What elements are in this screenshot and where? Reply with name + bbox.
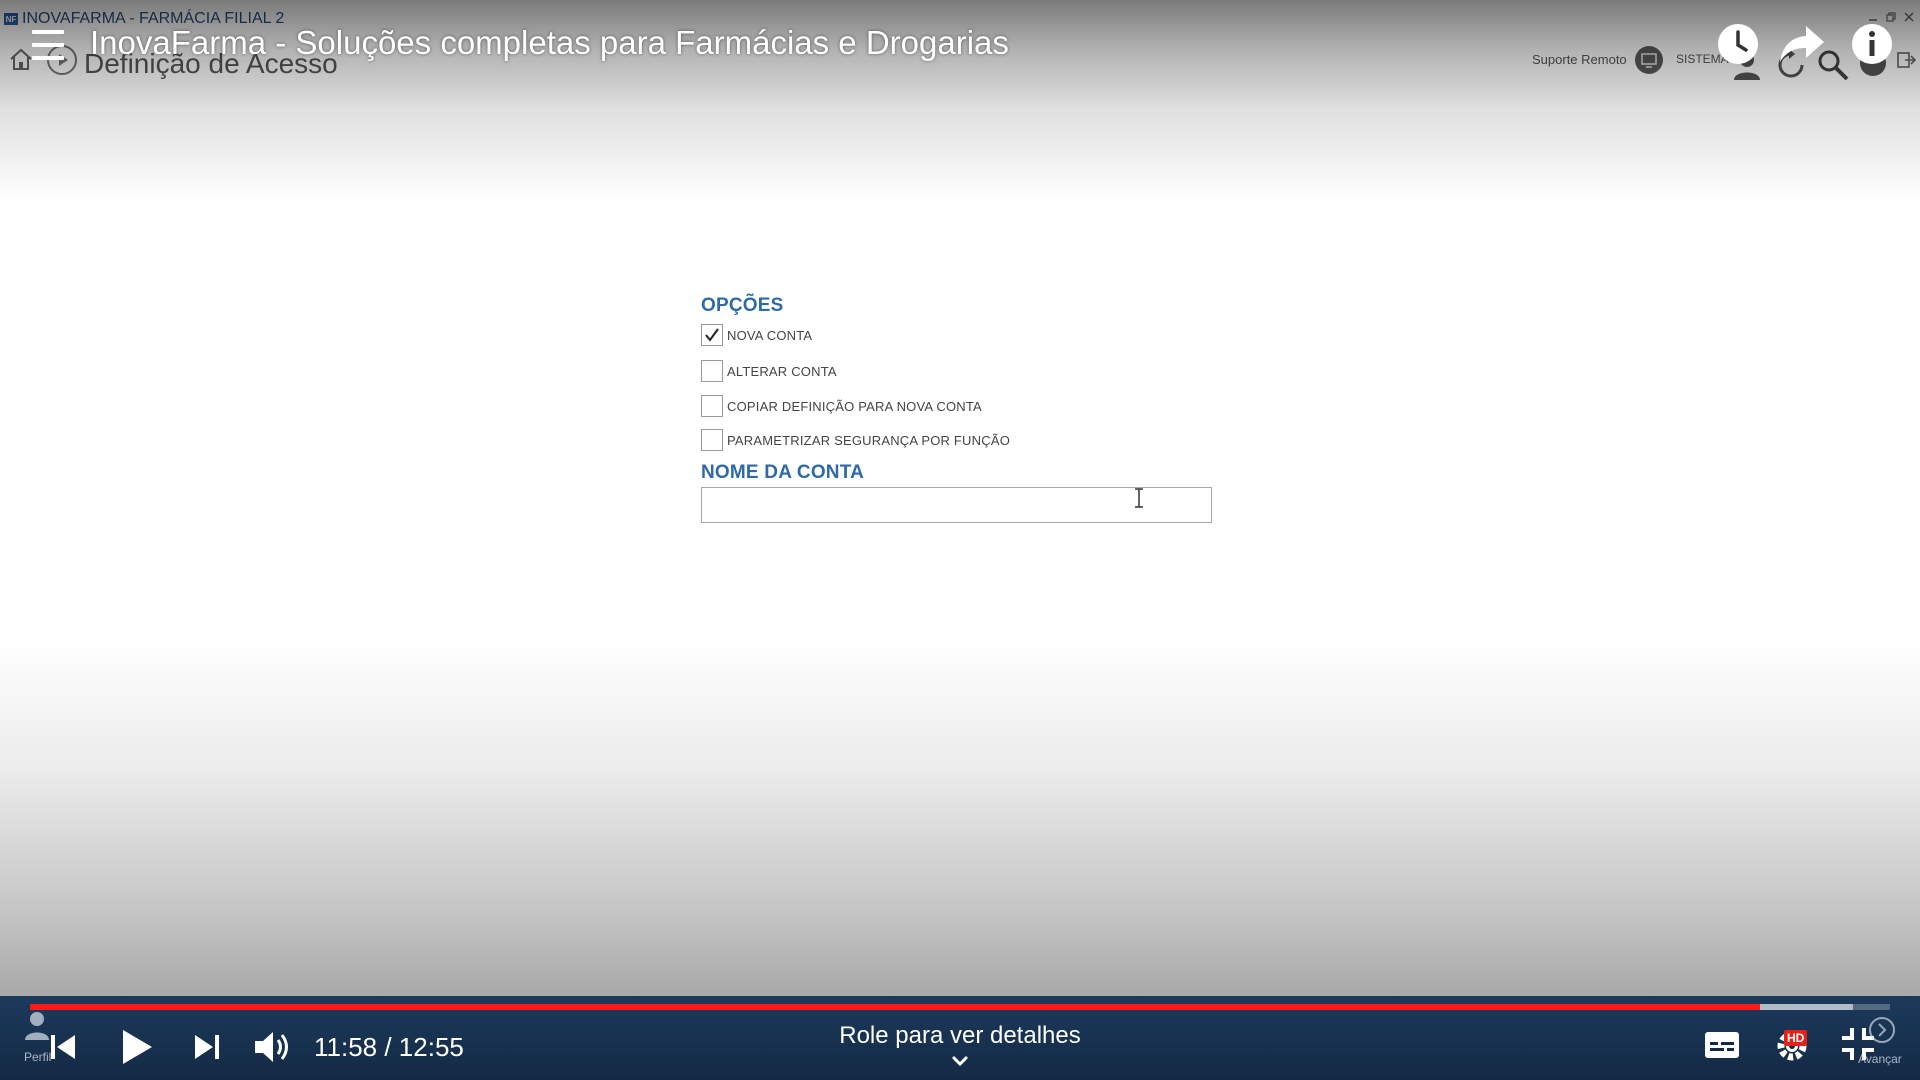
- captions-icon[interactable]: [1704, 1030, 1740, 1060]
- logout-icon[interactable]: [1896, 50, 1916, 70]
- video-control-bar: 11:58 / 12:55 Role para ver detalhes HD: [0, 996, 1920, 1080]
- play-icon[interactable]: [120, 1028, 154, 1066]
- chevron-right-circle-icon[interactable]: [1868, 1016, 1896, 1044]
- monitor-icon[interactable]: [1634, 45, 1664, 75]
- change-account-checkbox[interactable]: [701, 360, 723, 382]
- previous-icon[interactable]: [48, 1032, 78, 1062]
- new-account-checkbox[interactable]: [701, 324, 723, 346]
- progress-played: [30, 1004, 1760, 1010]
- share-icon[interactable]: [1778, 22, 1828, 66]
- checkmark-icon: [705, 328, 719, 342]
- new-account-label: NOVA CONTA: [727, 327, 813, 343]
- security-by-role-checkbox[interactable]: [701, 429, 723, 451]
- change-account-label: ALTERAR CONTA: [727, 363, 837, 379]
- time-display: 11:58 / 12:55: [314, 1032, 464, 1062]
- info-icon[interactable]: [1850, 22, 1894, 66]
- chevron-down-icon[interactable]: [950, 1054, 970, 1068]
- restore-icon[interactable]: [1886, 12, 1896, 22]
- option-change-account[interactable]: ALTERAR CONTA: [701, 360, 837, 382]
- remote-support-label[interactable]: Suporte Remoto: [1532, 52, 1627, 67]
- advance-label[interactable]: Avançar: [1858, 1052, 1902, 1066]
- volume-icon[interactable]: [252, 1026, 294, 1068]
- scroll-hint[interactable]: Role para ver detalhes: [760, 1022, 1160, 1050]
- menu-icon[interactable]: [32, 30, 64, 60]
- copy-definition-checkbox[interactable]: [701, 395, 723, 417]
- copy-definition-label: COPIAR DEFINIÇÃO PARA NOVA CONTA: [727, 398, 982, 414]
- progress-bar[interactable]: [30, 1004, 1890, 1010]
- hd-badge: HD: [1784, 1030, 1808, 1046]
- option-copy-definition[interactable]: COPIAR DEFINIÇÃO PARA NOVA CONTA: [701, 395, 982, 417]
- window-controls: [1868, 12, 1914, 22]
- next-icon[interactable]: [192, 1032, 222, 1062]
- home-icon[interactable]: [8, 46, 34, 72]
- security-by-role-label: PARAMETRIZAR SEGURANÇA POR FUNÇÃO: [727, 432, 1011, 448]
- profile-label[interactable]: Perfil: [24, 1050, 51, 1064]
- option-new-account[interactable]: NOVA CONTA: [701, 324, 812, 346]
- close-icon[interactable]: [1904, 12, 1914, 22]
- text-cursor-icon: [1135, 488, 1143, 508]
- app-logo: NF: [4, 13, 18, 25]
- account-name-title: NOME DA CONTA: [701, 462, 865, 483]
- video-title[interactable]: InovaFarma - Soluções completas para Far…: [90, 24, 1009, 62]
- options-section-title: OPÇÕES: [701, 295, 784, 316]
- watch-later-icon[interactable]: [1716, 22, 1760, 66]
- profile-icon[interactable]: [22, 1010, 52, 1048]
- option-security-by-role[interactable]: PARAMETRIZAR SEGURANÇA POR FUNÇÃO: [701, 429, 1010, 451]
- minimize-icon[interactable]: [1868, 12, 1878, 22]
- app-window: NF INOVAFARMA - FARMÁCIA FILIAL 2 Defini…: [0, 0, 1920, 1080]
